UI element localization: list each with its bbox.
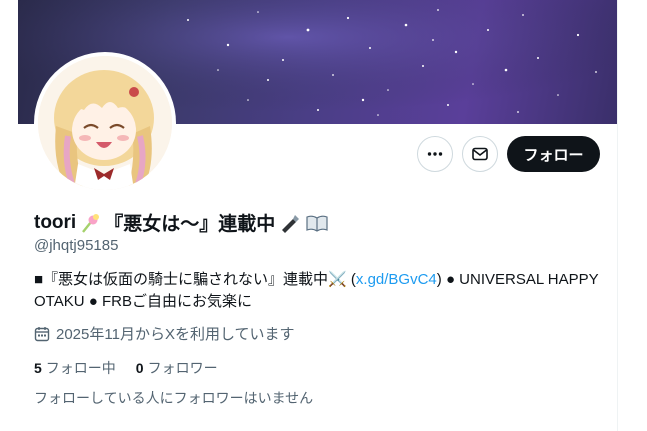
joined-date: 2025年11月からXを利用しています: [34, 323, 295, 344]
following-stat[interactable]: 5 フォロー中: [34, 358, 116, 378]
display-name-suffix: 『悪女は〜』連載中: [104, 214, 276, 235]
more-icon: [427, 152, 443, 156]
pen-emoji: [282, 214, 300, 233]
followers-label: フォロワー: [147, 360, 218, 376]
followers-stat[interactable]: 0 フォロワー: [136, 358, 218, 378]
left-gutter: [0, 0, 18, 431]
profile-page: フォロー toori 『悪女は〜』連載中 @jhqtj95185 ■『悪女は仮面…: [0, 0, 647, 431]
follow-stats: 5 フォロー中 0 フォロワー: [34, 358, 218, 378]
follow-button[interactable]: フォロー: [507, 136, 600, 172]
bio-link[interactable]: x.gd/BGvC4: [356, 271, 437, 288]
followers-you-know-note: フォローしている人にフォロワーはいません: [34, 390, 314, 406]
calendar-icon: [34, 326, 50, 341]
mail-icon: [472, 147, 488, 161]
joined-text: 2025年11月からXを利用しています: [56, 326, 295, 343]
user-handle: @jhqtj95185: [34, 237, 119, 254]
bio-text: ■『悪女は仮面の騎士に騙されない』連載中⚔️ (: [34, 271, 356, 288]
profile-bio: ■『悪女は仮面の騎士に騙されない』連載中⚔️ (x.gd/BGvC4) ● UN…: [34, 269, 604, 313]
message-button[interactable]: [462, 136, 498, 172]
avatar[interactable]: [34, 52, 176, 194]
book-emoji: [306, 215, 328, 232]
followers-count: 0: [135, 360, 144, 376]
candy-emoji: [82, 213, 100, 233]
avatar-illustration: [38, 56, 172, 190]
following-label: フォロー中: [45, 360, 116, 376]
right-gutter: [618, 0, 647, 431]
display-name-text: toori: [34, 211, 77, 233]
following-count: 5: [34, 360, 42, 376]
more-button[interactable]: [417, 136, 453, 172]
display-name: toori 『悪女は〜』連載中: [34, 209, 331, 236]
